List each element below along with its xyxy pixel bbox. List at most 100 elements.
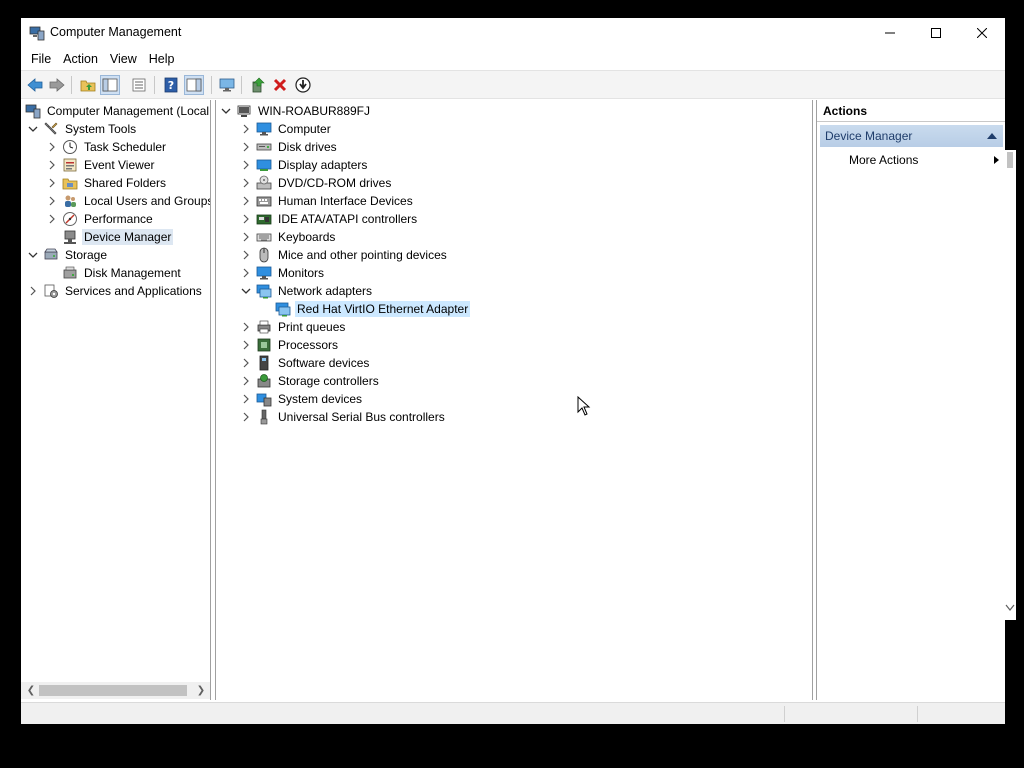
menu-action[interactable]: Action <box>57 49 104 69</box>
chevron-right-icon[interactable] <box>240 138 252 156</box>
device-category[interactable]: System devices <box>240 390 364 408</box>
device-category[interactable]: Mice and other pointing devices <box>240 246 449 264</box>
console-tree-item-label: Event Viewer <box>84 158 155 172</box>
help-button[interactable]: ? <box>161 75 181 95</box>
chevron-right-icon[interactable] <box>240 174 252 192</box>
chevron-down-icon[interactable] <box>220 102 232 120</box>
device-category[interactable]: Network adapters <box>240 282 374 300</box>
scan-hardware-changes-button[interactable] <box>217 75 237 95</box>
forward-button[interactable] <box>47 75 67 95</box>
mouse-cursor-icon <box>577 395 591 419</box>
menu-file[interactable]: File <box>25 49 57 69</box>
console-tree-item[interactable]: Disk Management <box>46 264 183 282</box>
close-button[interactable] <box>959 18 1005 48</box>
device-category[interactable]: DVD/CD-ROM drives <box>240 174 393 192</box>
chevron-right-icon[interactable] <box>240 228 252 246</box>
device-item-label: Red Hat VirtIO Ethernet Adapter <box>295 301 471 317</box>
device-category[interactable]: Universal Serial Bus controllers <box>240 408 447 426</box>
device-category[interactable]: Human Interface Devices <box>240 192 415 210</box>
chevron-right-icon[interactable] <box>46 210 58 228</box>
device-category-label: Print queues <box>278 320 346 334</box>
forward-arrow-icon <box>49 78 65 92</box>
chevron-right-icon[interactable] <box>240 192 252 210</box>
device-category[interactable]: Storage controllers <box>240 372 381 390</box>
chevron-right-icon[interactable] <box>240 354 252 372</box>
menu-help[interactable]: Help <box>143 49 181 69</box>
console-tree-item[interactable]: Performance <box>46 210 155 228</box>
chevron-right-icon[interactable] <box>46 156 58 174</box>
chevron-right-icon[interactable] <box>46 138 58 156</box>
menu-view[interactable]: View <box>104 49 143 69</box>
toolbar-separator <box>211 76 212 94</box>
console-tree-item[interactable]: Shared Folders <box>46 174 168 192</box>
monitor-icon <box>256 265 272 281</box>
console-tree-item[interactable]: Services and Applications <box>27 282 204 300</box>
chevron-right-icon[interactable] <box>240 120 252 138</box>
scroll-right-icon[interactable]: ❯ <box>193 682 209 699</box>
chevron-right-icon[interactable] <box>46 174 58 192</box>
chevron-right-icon[interactable] <box>240 264 252 282</box>
chevron-right-icon[interactable] <box>240 336 252 354</box>
more-actions-item[interactable]: More Actions <box>849 150 1001 170</box>
chevron-right-icon[interactable] <box>240 318 252 336</box>
console-tree-item[interactable]: Local Users and Groups <box>46 192 210 210</box>
scroll-left-icon[interactable]: ❮ <box>23 682 39 699</box>
collapse-up-icon[interactable] <box>987 133 997 139</box>
back-button[interactable] <box>25 75 45 95</box>
computer-root-icon <box>236 103 252 119</box>
actions-vertical-scrollbar[interactable] <box>1004 150 1016 620</box>
show-action-pane-button[interactable] <box>184 75 204 95</box>
console-tree-item[interactable]: Computer Management (Local <box>25 102 210 120</box>
title-bar[interactable]: Computer Management <box>21 18 1005 48</box>
device-category[interactable]: Disk drives <box>240 138 339 156</box>
update-driver-icon <box>252 77 265 93</box>
show-hide-console-tree-button[interactable] <box>100 75 120 95</box>
device-category[interactable]: Print queues <box>240 318 347 336</box>
software-device-icon <box>256 355 272 371</box>
uninstall-device-button[interactable] <box>270 75 290 95</box>
device-item[interactable]: Red Hat VirtIO Ethernet Adapter <box>259 300 471 318</box>
console-tree-item[interactable]: Device Manager <box>46 228 174 246</box>
chevron-right-icon[interactable] <box>27 282 39 300</box>
chevron-right-icon[interactable] <box>46 192 58 210</box>
scrollbar-thumb[interactable] <box>39 685 187 696</box>
device-category[interactable]: Processors <box>240 336 340 354</box>
maximize-button[interactable] <box>913 18 959 48</box>
device-category[interactable]: Computer <box>240 120 333 138</box>
console-tree-item[interactable]: Storage <box>27 246 109 264</box>
help-icon: ? <box>164 77 178 93</box>
horizontal-scrollbar[interactable]: ❮ ❯ <box>21 682 210 699</box>
up-one-level-button[interactable] <box>78 75 98 95</box>
console-tree-pane: Computer Management (Local System Tools Ta… <box>21 100 211 700</box>
actions-group-device-manager[interactable]: Device Manager <box>820 125 1003 147</box>
device-category[interactable]: Monitors <box>240 264 326 282</box>
chevron-right-icon[interactable] <box>240 408 252 426</box>
chevron-down-icon[interactable] <box>27 120 39 138</box>
chevron-right-icon[interactable] <box>240 156 252 174</box>
console-tree-item[interactable]: Event Viewer <box>46 156 156 174</box>
properties-list-button[interactable] <box>129 75 149 95</box>
chevron-right-icon[interactable] <box>240 246 252 264</box>
device-category[interactable]: Keyboards <box>240 228 337 246</box>
maximize-icon <box>931 28 941 38</box>
chevron-right-icon[interactable] <box>240 372 252 390</box>
device-category-label: Disk drives <box>278 140 337 154</box>
disable-device-button[interactable] <box>293 75 313 95</box>
device-tree-root[interactable]: WIN-ROABUR889FJ <box>220 102 372 120</box>
chevron-right-icon[interactable] <box>240 210 252 228</box>
red-x-icon <box>273 78 287 92</box>
update-driver-button[interactable] <box>248 75 268 95</box>
device-category[interactable]: IDE ATA/ATAPI controllers <box>240 210 419 228</box>
storage-icon <box>43 247 59 263</box>
device-category-label: System devices <box>278 392 363 406</box>
chevron-down-icon[interactable] <box>27 246 39 264</box>
console-tree-item-label: Services and Applications <box>65 284 202 298</box>
device-category[interactable]: Software devices <box>240 354 371 372</box>
minimize-button[interactable] <box>867 18 913 48</box>
console-tree-item[interactable]: System Tools <box>27 120 138 138</box>
chevron-right-icon[interactable] <box>240 390 252 408</box>
console-tree-item[interactable]: Task Scheduler <box>46 138 168 156</box>
chevron-down-icon[interactable] <box>240 282 252 300</box>
device-category[interactable]: Display adapters <box>240 156 369 174</box>
